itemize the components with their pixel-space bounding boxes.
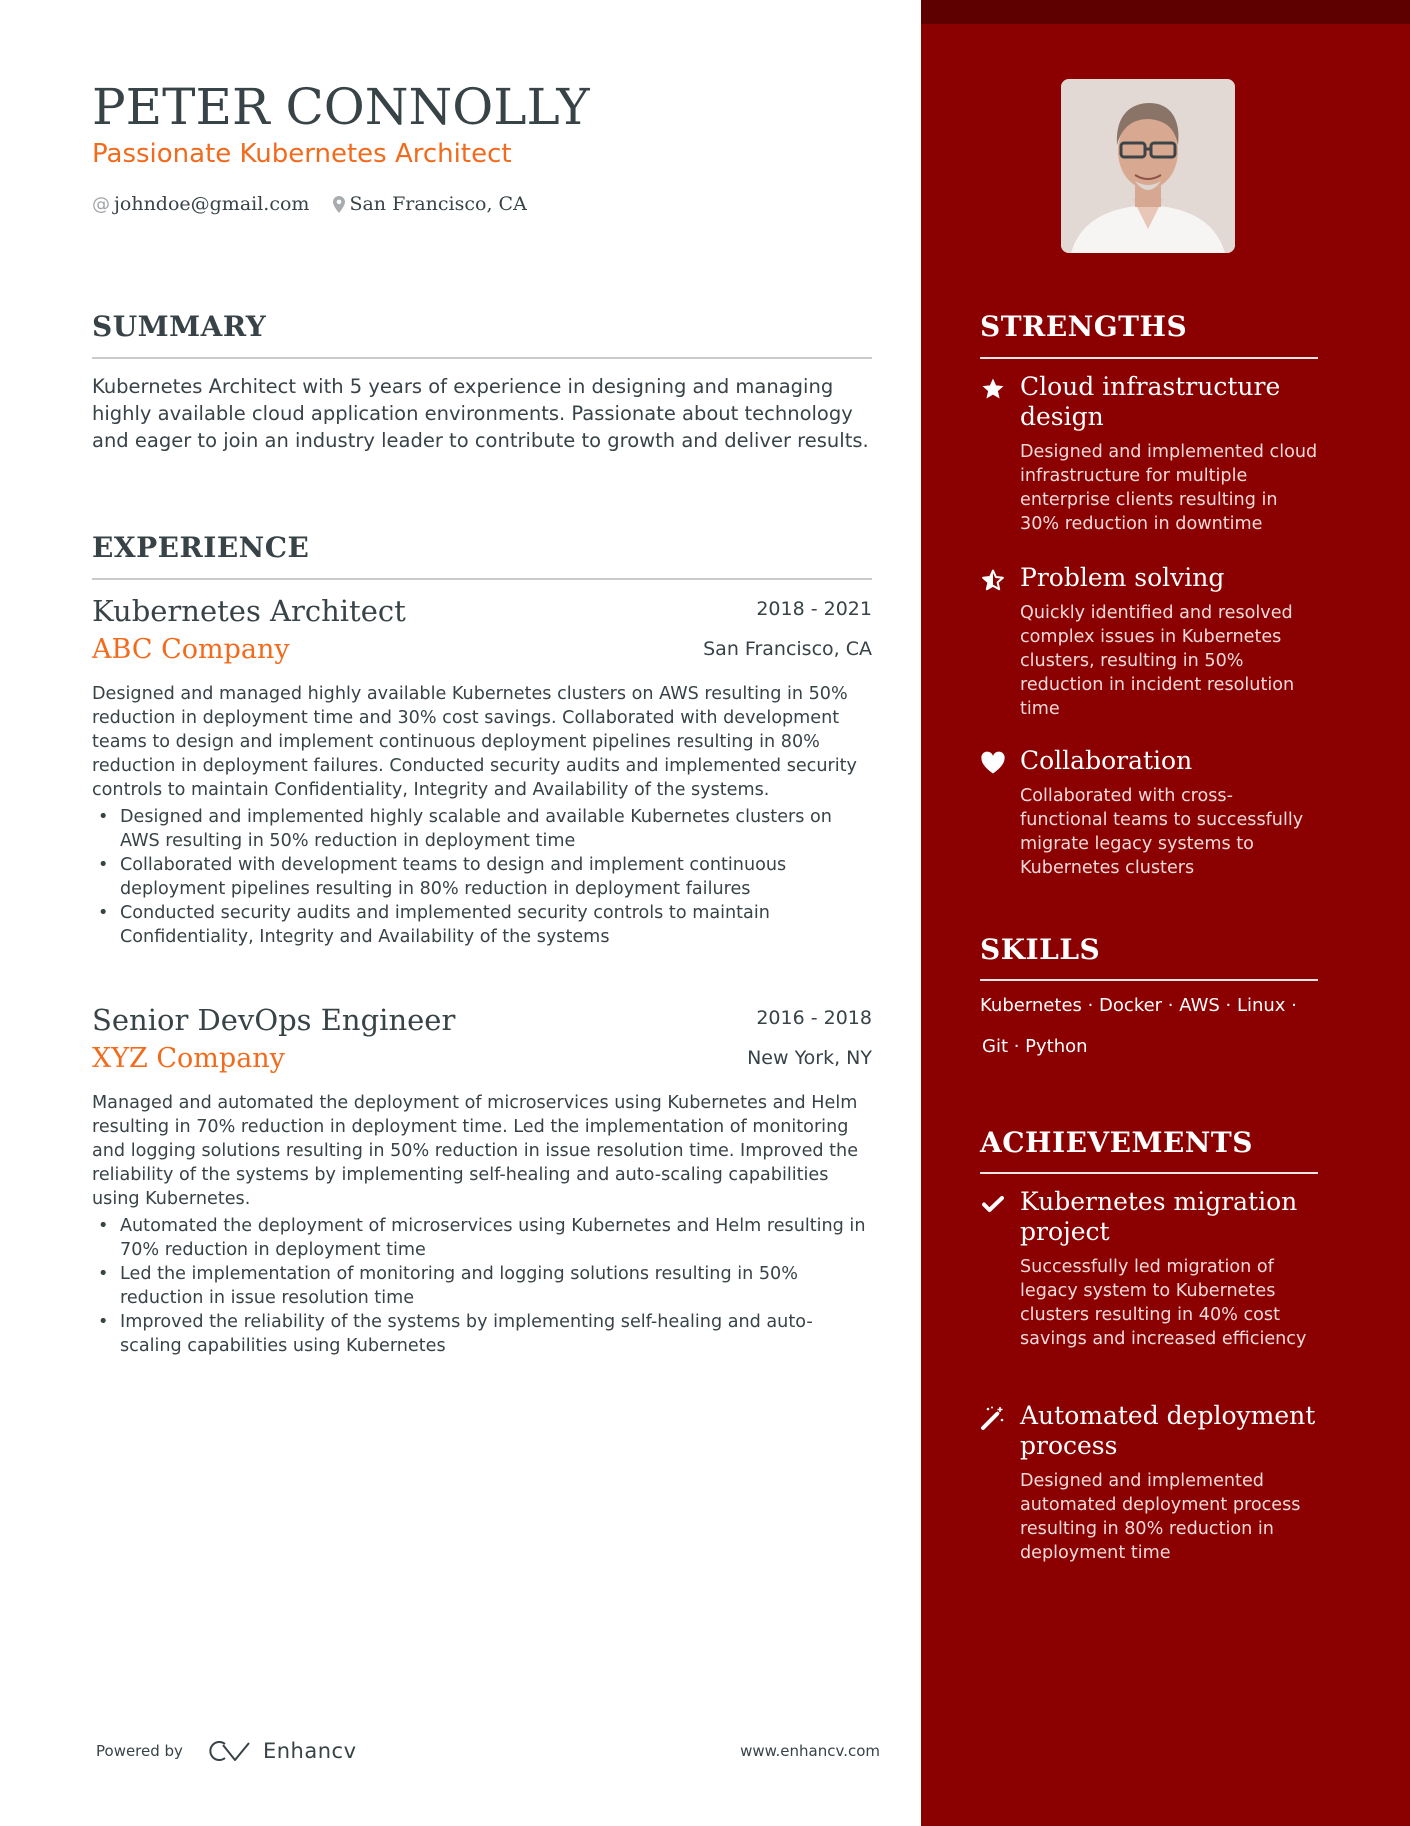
achievements-heading: ACHIEVEMENTS [980, 1126, 1253, 1159]
job-bullet: Led the implementation of monitoring and… [92, 1262, 872, 1310]
achievement-item: Automated deployment process Designed an… [980, 1401, 1318, 1565]
email-text: johndoe@gmail.com [114, 193, 310, 215]
job-description: Designed and managed highly available Ku… [92, 684, 857, 800]
contact-location: San Francisco, CA [333, 193, 527, 215]
strength-item: Collaboration Collaborated with cross-fu… [980, 746, 1318, 880]
job-bullets: Designed and implemented highly scalable… [92, 805, 872, 949]
job-bullet: Designed and implemented highly scalable… [92, 805, 872, 853]
strength-title: Collaboration [1020, 746, 1193, 775]
achievement-title: Automated deployment process [1020, 1401, 1316, 1460]
job-title: Senior DevOps Engineer [92, 1003, 456, 1037]
job-company: XYZ Company [92, 1043, 285, 1074]
heart-icon [980, 750, 1006, 776]
strength-title: Problem solving [1020, 563, 1225, 592]
location-text: San Francisco, CA [349, 193, 527, 215]
job-title: Kubernetes Architect [92, 594, 406, 628]
strength-title: Cloud infrastructure design [1020, 372, 1281, 431]
skills-list-line-1: Kubernetes · Docker · AWS · Linux · [980, 995, 1297, 1016]
achievement-description: Designed and implemented automated deplo… [1020, 1471, 1301, 1563]
brand-name: Enhancv [262, 1739, 357, 1763]
achievement-item: Kubernetes migration project Successfull… [980, 1187, 1318, 1351]
enhancv-logo[interactable]: Enhancv [209, 1739, 357, 1763]
job-bullet: Automated the deployment of microservice… [92, 1214, 872, 1262]
skills-divider [980, 979, 1318, 981]
job-location: San Francisco, CA [703, 638, 872, 660]
job-location: New York, NY [747, 1047, 872, 1069]
achievement-title: Kubernetes migration project [1020, 1187, 1298, 1246]
job-company: ABC Company [92, 634, 290, 665]
strength-item: Problem solving Quickly identified and r… [980, 563, 1318, 721]
strength-item: Cloud infrastructure design Designed and… [980, 372, 1318, 536]
contact-email[interactable]: @ johndoe@gmail.com [92, 193, 309, 215]
job-entry: Senior DevOps Engineer 2016 - 2018 XYZ C… [92, 1003, 872, 1358]
profile-photo [1061, 79, 1235, 253]
job-bullets: Automated the deployment of microservice… [92, 1214, 872, 1358]
enhancv-logo-icon [209, 1741, 250, 1761]
candidate-name: PETER CONNOLLY [92, 78, 590, 136]
map-pin-icon [333, 195, 346, 213]
achievement-description: Successfully led migration of legacy sys… [1020, 1257, 1307, 1349]
strengths-heading: STRENGTHS [980, 310, 1188, 343]
summary-text: Kubernetes Architect with 5 years of exp… [92, 375, 869, 452]
summary-divider [92, 357, 872, 359]
magic-wand-icon [980, 1405, 1006, 1431]
job-entry: Kubernetes Architect 2018 - 2021 ABC Com… [92, 594, 872, 949]
achievements-divider [980, 1172, 1318, 1174]
strengths-divider [980, 357, 1318, 359]
sidebar: STRENGTHS Cloud infrastructure design De… [921, 0, 1410, 1826]
job-bullet: Improved the reliability of the systems … [92, 1310, 872, 1358]
footer: Powered by Enhancv www.enhancv.com [96, 1736, 880, 1766]
job-bullet: Conducted security audits and implemente… [92, 901, 872, 949]
job-description: Managed and automated the deployment of … [92, 1093, 859, 1209]
strength-description: Quickly identified and resolved complex … [1020, 603, 1295, 719]
job-bullet: Collaborated with development teams to d… [92, 853, 872, 901]
job-dates: 2016 - 2018 [756, 1007, 872, 1029]
sidebar-top-band [921, 0, 1410, 24]
at-icon: @ [92, 193, 110, 215]
job-dates: 2018 - 2021 [756, 598, 872, 620]
experience-divider [92, 578, 872, 580]
checkmark-icon [980, 1191, 1006, 1217]
strength-description: Collaborated with cross-functional teams… [1020, 786, 1304, 878]
contact-info: @ johndoe@gmail.com San Francisco, CA [92, 193, 551, 215]
star-icon [980, 376, 1006, 402]
skills-list-line-2: Git · Python [982, 1036, 1088, 1057]
candidate-headline: Passionate Kubernetes Architect [92, 139, 512, 169]
experience-heading: EXPERIENCE [92, 531, 310, 564]
strength-description: Designed and implemented cloud infrastru… [1020, 442, 1318, 534]
skills-heading: SKILLS [980, 933, 1101, 966]
powered-by-label: Powered by [96, 1742, 183, 1760]
website-link[interactable]: www.enhancv.com [740, 1742, 880, 1760]
summary-heading: SUMMARY [92, 310, 267, 343]
half-star-icon [980, 567, 1006, 593]
